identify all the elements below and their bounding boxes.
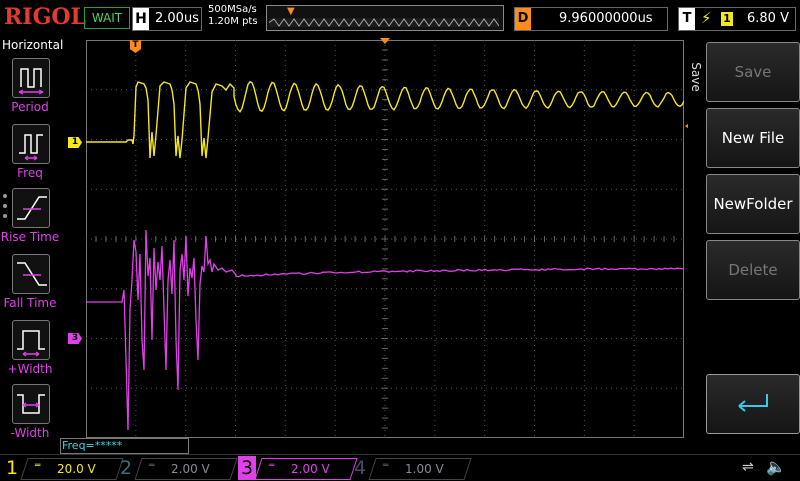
dc-coupling-icon: ═: [383, 461, 388, 471]
return-arrow-icon: [733, 392, 773, 416]
measure-fall-time-button[interactable]: Fall Time: [0, 254, 60, 316]
ch4-number[interactable]: 4: [354, 456, 366, 480]
measure-freq-button[interactable]: Freq: [0, 124, 60, 186]
horizontal-scale-value: 2.00us: [155, 8, 199, 30]
channel-bar: 1 ═ 20.0 V 2 ═ 2.00 V 3 ═ 2.00 V 4 ═ 1.0…: [0, 454, 800, 481]
ch2-number[interactable]: 2: [120, 456, 132, 480]
dc-coupling-icon: ═: [35, 461, 40, 471]
top-status-bar: RIGOL WAIT H 2.00us 500MSa/s 1.20M pts ▼…: [0, 0, 800, 36]
negative-width-icon: [12, 384, 50, 424]
rising-edge-icon: ⚡: [701, 9, 712, 27]
ch2-scale-box[interactable]: ═ 2.00 V: [134, 458, 237, 480]
memory-overview-bar: ▼: [266, 5, 504, 31]
measurement-panel-title: Horizontal: [2, 38, 63, 52]
new-folder-button[interactable]: NewFolder: [706, 174, 800, 234]
memory-waveform-overview: [269, 18, 499, 27]
frequency-readout: Freq=*****: [60, 438, 189, 454]
measure-freq-label: Freq: [0, 166, 60, 180]
page-indicator-dots: [3, 194, 7, 224]
memory-trigger-marker-icon: ▼: [287, 6, 295, 17]
sample-rate: 500MSa/s: [208, 4, 258, 16]
ch1-scale-value: 20.0 V: [57, 459, 96, 479]
save-button[interactable]: Save: [706, 42, 800, 102]
measure-negative-width-button[interactable]: -Width: [0, 384, 60, 446]
delete-button[interactable]: Delete: [706, 240, 800, 300]
positive-width-icon: [12, 320, 50, 360]
brand-logo: RIGOL: [4, 4, 86, 30]
measure-positive-width-button[interactable]: +Width: [0, 320, 60, 382]
new-file-button[interactable]: New File: [706, 108, 800, 168]
ch1-number[interactable]: 1: [6, 456, 18, 480]
ch3-offset-marker[interactable]: 3: [68, 333, 82, 344]
waveform-grid: [86, 40, 684, 438]
ch4-scale-value: 1.00 V: [405, 459, 444, 479]
save-menu-panel: Save Save New File NewFolder Delete: [688, 36, 800, 440]
ch4-scale-box[interactable]: ═ 1.00 V: [368, 458, 471, 480]
delay-value: 9.96000000us: [559, 8, 653, 30]
freq-icon: [12, 124, 50, 164]
horizontal-scale-box[interactable]: H 2.00us: [132, 7, 202, 31]
delay-box[interactable]: D 9.96000000us: [514, 7, 668, 31]
waveform-display[interactable]: [86, 40, 684, 438]
trigger-label: T: [679, 8, 695, 30]
fall-time-icon: [12, 254, 50, 294]
rise-time-icon: [12, 188, 50, 228]
measure-period-label: Period: [0, 100, 60, 114]
measure-negative-width-label: -Width: [0, 426, 60, 440]
usb-icon: ⇌: [742, 459, 754, 475]
measure-period-button[interactable]: Period: [0, 58, 60, 120]
speaker-muted-icon[interactable]: 🔈: [766, 457, 786, 476]
center-time-marker-icon: [380, 38, 390, 44]
ch2-scale-value: 2.00 V: [171, 459, 210, 479]
ch1-scale-box[interactable]: ═ 20.0 V: [20, 458, 123, 480]
measure-fall-time-label: Fall Time: [0, 296, 60, 310]
acquisition-status-badge: WAIT: [84, 7, 130, 29]
trigger-box[interactable]: T ⚡ 1 6.80 V: [678, 7, 796, 31]
delay-label: D: [515, 8, 531, 30]
dc-coupling-icon: ═: [269, 461, 274, 471]
measure-rise-time-label: Rise Time: [0, 230, 60, 244]
ch3-scale-box[interactable]: ═ 2.00 V: [254, 458, 357, 480]
sample-info: 500MSa/s 1.20M pts: [208, 4, 258, 28]
ch3-number[interactable]: 3: [238, 456, 256, 480]
measure-positive-width-label: +Width: [0, 362, 60, 376]
save-menu-tab: Save: [688, 36, 704, 116]
period-icon: [12, 58, 50, 98]
trigger-source: 1: [721, 12, 733, 26]
return-button[interactable]: [706, 374, 800, 434]
memory-depth: 1.20M pts: [208, 16, 258, 28]
dc-coupling-icon: ═: [149, 461, 154, 471]
ch3-scale-value: 2.00 V: [291, 459, 330, 479]
ch1-offset-marker[interactable]: 1: [68, 137, 82, 148]
measurement-panel: Horizontal Period Freq Rise Time Fall Ti…: [0, 36, 60, 440]
horizontal-label: H: [133, 8, 149, 30]
trigger-level: 6.80 V: [747, 8, 789, 30]
measure-rise-time-button[interactable]: Rise Time: [0, 188, 60, 250]
